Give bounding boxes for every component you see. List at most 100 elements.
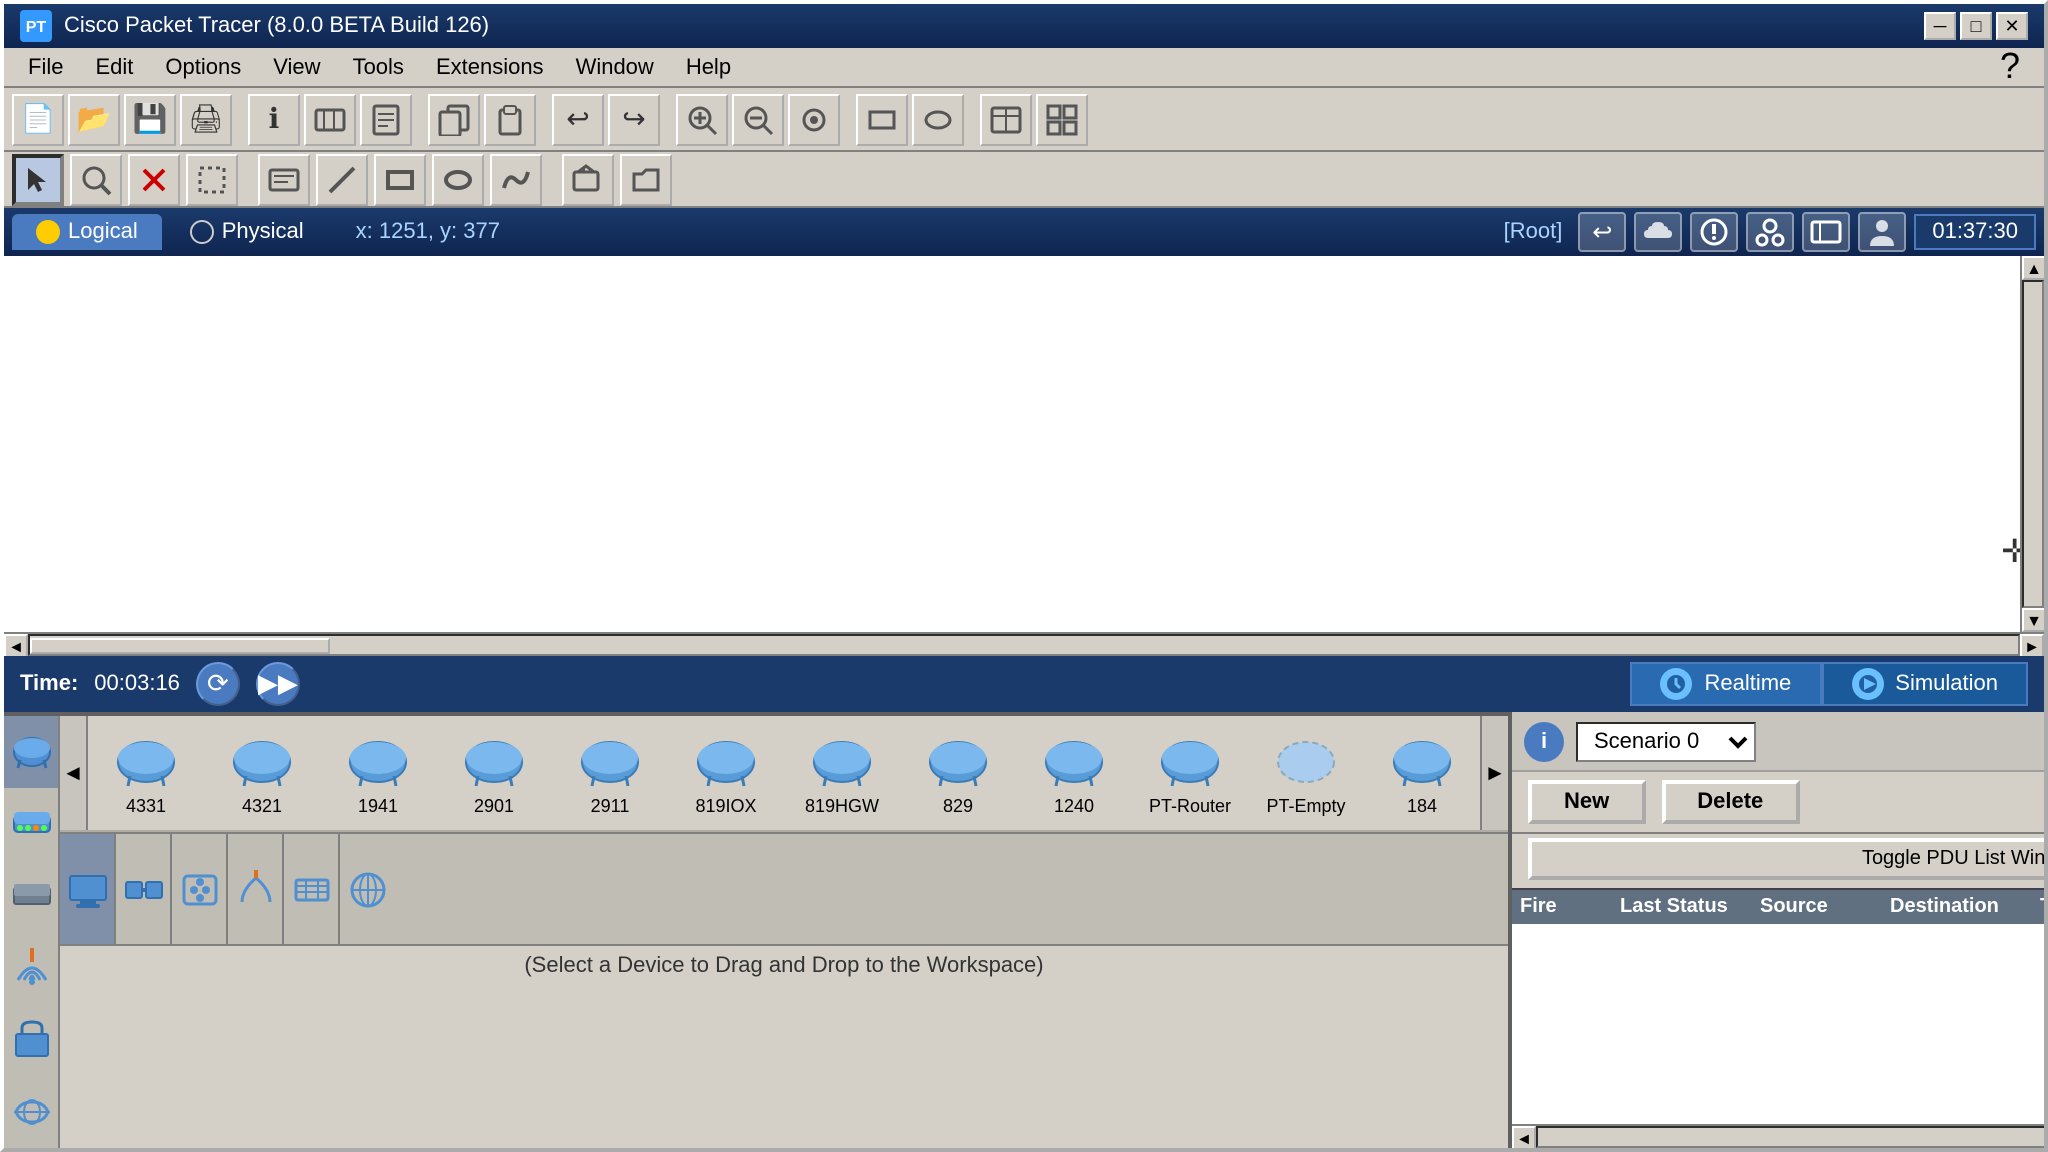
device-2911[interactable]: 2911 [552,717,668,829]
pdu-info-icon[interactable]: i [1524,721,1564,761]
go-back-button[interactable]: ↩ [1578,212,1626,252]
new-button[interactable]: 📄 [12,93,64,145]
paste-button[interactable] [484,93,536,145]
device-pt-router-icon [1154,731,1226,791]
maximize-button[interactable]: □ [1960,12,1992,40]
undo-button[interactable]: ↩ [552,93,604,145]
device-829[interactable]: 829 [900,717,1016,829]
scroll-devices-left[interactable]: ◄ [60,716,88,830]
device-1941-icon [342,731,414,791]
open-pdu-tool[interactable] [620,153,672,205]
delete-pdu-button[interactable]: Delete [1661,780,1799,824]
menu-tools[interactable]: Tools [337,51,420,83]
category-security[interactable] [4,1004,58,1076]
device-4331[interactable]: 4331 [88,717,204,829]
realtime-mode-button[interactable]: Realtime [1630,662,1821,706]
scenario-row: i Scenario 0 [1512,712,2044,772]
zoom-out-button[interactable] [732,93,784,145]
category-switches[interactable] [4,788,58,860]
inspect-tool[interactable] [70,153,122,205]
device-2901[interactable]: 2901 [436,717,552,829]
menu-options[interactable]: Options [149,51,257,83]
simulation-mode-button[interactable]: Simulation [1821,662,2028,706]
device-819hgw[interactable]: 819HGW [784,717,900,829]
delete-tool[interactable] [128,153,180,205]
device-pt-router[interactable]: PT-Router [1132,717,1248,829]
device-pt-router-label: PT-Router [1149,795,1231,815]
activity-wizard-button[interactable] [360,93,412,145]
toggle-pdu-button[interactable]: Toggle PDU List Window [1528,838,2044,880]
category-wireless[interactable] [4,932,58,1004]
draw-line-tool[interactable] [316,153,368,205]
select-tool[interactable] [12,153,64,205]
custom-button[interactable] [1036,93,1088,145]
device-819iox[interactable]: 819IOX [668,717,784,829]
draw-rect-tool[interactable] [374,153,426,205]
zoom-reset-button[interactable] [788,93,840,145]
cat-components[interactable] [172,834,228,946]
viewport-button[interactable] [1802,212,1850,252]
simulation-label: Simulation [1895,672,1998,696]
open-button[interactable]: 📂 [68,93,120,145]
zoom-in-button[interactable] [676,93,728,145]
copy-button[interactable] [428,93,480,145]
ellipse-tool-button[interactable] [912,93,964,145]
category-hubs[interactable] [4,860,58,932]
network-info-button[interactable] [304,93,356,145]
device-184[interactable]: 184 [1364,717,1480,829]
new-pdu-button[interactable]: New [1528,780,1645,824]
label-tool[interactable] [258,153,310,205]
help-icon[interactable]: ? [1984,46,2036,88]
vertical-scrollbar[interactable]: ▲ ▼ [2020,256,2044,632]
save-button[interactable]: 💾 [124,93,176,145]
network-cloud-button[interactable] [1634,212,1682,252]
menu-help[interactable]: Help [670,51,747,83]
info-button[interactable]: ℹ [248,93,300,145]
scroll-thumb-horizontal[interactable] [30,638,330,654]
scroll-up-button[interactable]: ▲ [2022,256,2044,280]
device-table-button[interactable] [980,93,1032,145]
menu-edit[interactable]: Edit [79,51,149,83]
menu-view[interactable]: View [257,51,336,83]
play-button[interactable]: ▶▶ [256,662,300,706]
reset-time-button[interactable]: ⟳ [196,662,240,706]
minimize-button[interactable]: ─ [1924,12,1956,40]
scroll-right-button[interactable]: ► [2020,634,2044,658]
redo-button[interactable]: ↪ [608,93,660,145]
add-pdu-tool[interactable] [562,153,614,205]
cat-connections[interactable] [116,834,172,946]
logical-tab[interactable]: Logical [12,214,162,250]
close-button[interactable]: ✕ [1996,12,2028,40]
cluster-button[interactable] [1746,212,1794,252]
category-wan[interactable] [4,1076,58,1148]
device-pt-empty[interactable]: PT-Empty [1248,717,1364,829]
device-1240-icon [1038,731,1110,791]
device-4321-icon [226,731,298,791]
workspace-canvas[interactable]: ✛ ▲ ▼ [4,256,2044,632]
physical-tab[interactable]: Physical [166,214,328,250]
scroll-down-button[interactable]: ▼ [2022,608,2044,632]
draw-ellipse-tool[interactable] [432,153,484,205]
device-1240[interactable]: 1240 [1016,717,1132,829]
menu-extensions[interactable]: Extensions [420,51,560,83]
place-note-button[interactable] [1690,212,1738,252]
pdu-scroll-left[interactable]: ◄ [1512,1126,1536,1148]
cat-misc[interactable] [228,834,284,946]
person-button[interactable] [1858,212,1906,252]
print-button[interactable]: 🖨 [180,93,232,145]
device-4321[interactable]: 4321 [204,717,320,829]
menu-file[interactable]: File [12,51,79,83]
device-1941[interactable]: 1941 [320,717,436,829]
freehand-tool[interactable] [490,153,542,205]
scenario-select[interactable]: Scenario 0 [1576,721,1756,761]
cat-multiuser[interactable] [284,834,340,946]
category-routers[interactable] [4,716,58,788]
cat-custom[interactable] [340,834,396,946]
resize-tool[interactable] [186,153,238,205]
device-pt-empty-label: PT-Empty [1266,795,1345,815]
rect-tool-button[interactable] [856,93,908,145]
scroll-left-button[interactable]: ◄ [4,634,28,658]
menu-window[interactable]: Window [560,51,670,83]
scroll-devices-right[interactable]: ► [1480,716,1508,830]
cat-end-devices-active[interactable] [60,834,116,946]
